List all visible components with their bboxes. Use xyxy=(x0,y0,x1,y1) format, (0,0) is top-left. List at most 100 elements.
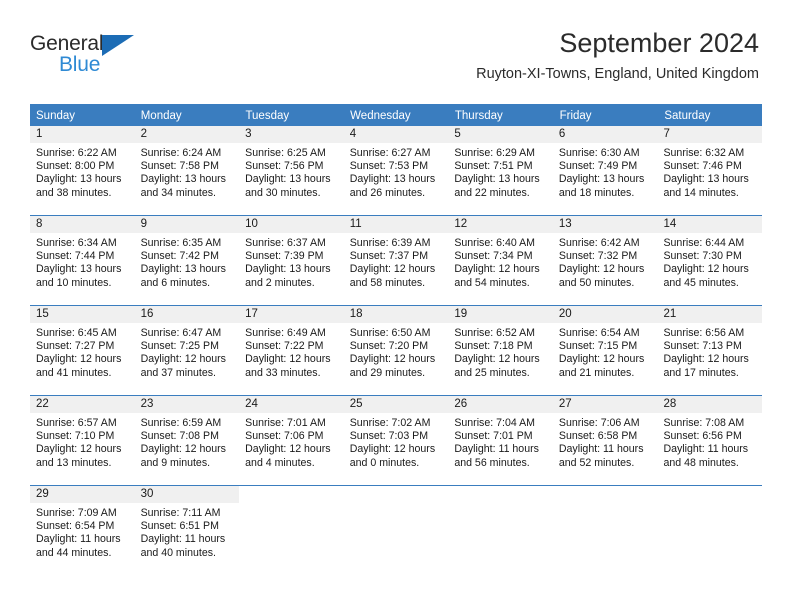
sunrise-time: Sunrise: 6:34 AM xyxy=(36,237,117,249)
calendar-week-row: 22 Sunrise: 6:57 AM Sunset: 7:10 PM Dayligh… xyxy=(30,395,763,485)
day-cell-8[interactable]: 8 Sunrise: 6:34 AM Sunset: 7:44 PM Daylight… xyxy=(30,216,135,305)
day-cell-27[interactable]: 27 Sunrise: 7:06 AM Sunset: 6:58 PM Dayligh… xyxy=(552,396,658,485)
sunrise-time: Sunrise: 6:42 AM xyxy=(558,237,640,249)
day-cell-2[interactable]: 2 Sunrise: 6:24 AM Sunset: 7:58 PM Daylight… xyxy=(134,126,240,215)
day-number: 15 xyxy=(30,306,135,323)
day-cell-23[interactable]: 23 Sunrise: 6:59 AM Sunset: 7:08 PM Dayligh… xyxy=(134,396,240,485)
day-number: 30 xyxy=(134,486,240,503)
day-number: 25 xyxy=(343,396,449,413)
day-cell-28[interactable]: 28 Sunrise: 7:08 AM Sunset: 6:56 PM Dayligh… xyxy=(657,396,763,485)
day-number: 13 xyxy=(552,216,658,233)
sunrise-time: Sunrise: 7:02 AM xyxy=(349,417,431,429)
day-details: Sunrise: 6:22 AM Sunset: 8:00 PM Daylight:… xyxy=(30,143,135,200)
daylight-duration: Daylight: 12 hours and 29 minutes. xyxy=(349,353,436,379)
day-number xyxy=(448,486,553,503)
day-details: Sunrise: 6:45 AM Sunset: 7:27 PM Daylight:… xyxy=(30,323,135,380)
day-number: 6 xyxy=(552,126,658,143)
sunrise-time: Sunrise: 6:24 AM xyxy=(140,147,222,159)
daylight-duration: Daylight: 12 hours and 58 minutes. xyxy=(349,263,436,289)
day-cell-empty xyxy=(343,486,449,575)
sunrise-time: Sunrise: 7:06 AM xyxy=(558,417,640,429)
day-cell-25[interactable]: 25 Sunrise: 7:02 AM Sunset: 7:03 PM Dayligh… xyxy=(343,396,449,485)
day-cell-18[interactable]: 18 Sunrise: 6:50 AM Sunset: 7:20 PM Dayligh… xyxy=(343,306,449,395)
day-cell-4[interactable]: 4 Sunrise: 6:27 AM Sunset: 7:53 PM Daylight… xyxy=(343,126,449,215)
daylight-duration: Daylight: 11 hours and 52 minutes. xyxy=(558,443,644,469)
sunrise-time: Sunrise: 6:29 AM xyxy=(454,147,535,159)
day-cell-30[interactable]: 30 Sunrise: 7:11 AM Sunset: 6:51 PM Dayligh… xyxy=(134,486,240,575)
sunset-time: Sunset: 7:30 PM xyxy=(663,250,742,263)
day-details: Sunrise: 6:49 AM Sunset: 7:22 PM Daylight:… xyxy=(239,323,344,380)
daylight-duration: Daylight: 13 hours and 38 minutes. xyxy=(36,173,122,199)
sunrise-time: Sunrise: 6:50 AM xyxy=(349,327,431,339)
sunset-time: Sunset: 6:51 PM xyxy=(140,520,219,533)
day-cell-9[interactable]: 9 Sunrise: 6:35 AM Sunset: 7:42 PM Daylight… xyxy=(134,216,240,305)
day-cell-16[interactable]: 16 Sunrise: 6:47 AM Sunset: 7:25 PM Dayligh… xyxy=(134,306,240,395)
day-details: Sunrise: 6:59 AM Sunset: 7:08 PM Daylight:… xyxy=(135,413,240,470)
calendar-weeks: 1 Sunrise: 6:22 AM Sunset: 8:00 PM Daylight… xyxy=(30,126,763,575)
sunset-time: Sunset: 7:18 PM xyxy=(454,340,533,353)
day-number: 10 xyxy=(239,216,344,233)
day-cell-14[interactable]: 14 Sunrise: 6:44 AM Sunset: 7:30 PM Dayligh… xyxy=(657,216,763,305)
day-cell-3[interactable]: 3 Sunrise: 6:25 AM Sunset: 7:56 PM Daylight… xyxy=(239,126,344,215)
day-details: Sunrise: 6:30 AM Sunset: 7:49 PM Daylight:… xyxy=(553,143,658,200)
sunset-time: Sunset: 7:42 PM xyxy=(140,250,219,263)
day-number xyxy=(552,486,658,503)
day-cell-11[interactable]: 11 Sunrise: 6:39 AM Sunset: 7:37 PM Dayligh… xyxy=(343,216,449,305)
day-number: 9 xyxy=(134,216,240,233)
calendar-page: General Blue September 2024 Ruyton-XI-To… xyxy=(0,0,792,612)
day-number: 12 xyxy=(448,216,553,233)
calendar-grid: Sunday Monday Tuesday Wednesday Thursday Frid… xyxy=(30,104,763,575)
sunrise-time: Sunrise: 6:56 AM xyxy=(663,327,745,339)
sunrise-time: Sunrise: 6:39 AM xyxy=(349,237,431,249)
day-number: 18 xyxy=(343,306,449,323)
day-number: 8 xyxy=(30,216,135,233)
day-cell-6[interactable]: 6 Sunrise: 6:30 AM Sunset: 7:49 PM Daylight… xyxy=(552,126,658,215)
sunrise-time: Sunrise: 7:09 AM xyxy=(36,507,117,519)
day-cell-21[interactable]: 21 Sunrise: 6:56 AM Sunset: 7:13 PM Dayligh… xyxy=(657,306,763,395)
day-details: Sunrise: 6:39 AM Sunset: 7:37 PM Daylight:… xyxy=(344,233,449,290)
day-details: Sunrise: 6:40 AM Sunset: 7:34 PM Daylight:… xyxy=(448,233,553,290)
day-number: 7 xyxy=(657,126,763,143)
sunset-time: Sunset: 6:56 PM xyxy=(663,430,742,443)
sunrise-time: Sunrise: 6:52 AM xyxy=(454,327,535,339)
day-cell-empty xyxy=(657,486,763,575)
day-details: Sunrise: 6:47 AM Sunset: 7:25 PM Daylight:… xyxy=(135,323,240,380)
day-cell-12[interactable]: 12 Sunrise: 6:40 AM Sunset: 7:34 PM Dayligh… xyxy=(448,216,553,305)
weekday-header-saturday: Saturday xyxy=(664,110,711,122)
day-cell-empty xyxy=(239,486,344,575)
title-block: September 2024 Ruyton-XI-Towns, England,… xyxy=(476,26,759,85)
sunset-time: Sunset: 7:44 PM xyxy=(36,250,115,263)
day-cell-10[interactable]: 10 Sunrise: 6:37 AM Sunset: 7:39 PM Dayligh… xyxy=(239,216,344,305)
logo-text-blue: Blue xyxy=(59,53,101,76)
day-details: Sunrise: 7:04 AM Sunset: 7:01 PM Daylight:… xyxy=(448,413,553,470)
sunrise-time: Sunrise: 6:49 AM xyxy=(245,327,326,339)
day-cell-17[interactable]: 17 Sunrise: 6:49 AM Sunset: 7:22 PM Dayligh… xyxy=(239,306,344,395)
day-cell-13[interactable]: 13 Sunrise: 6:42 AM Sunset: 7:32 PM Dayligh… xyxy=(552,216,658,305)
daylight-duration: Daylight: 11 hours and 40 minutes. xyxy=(140,533,226,559)
day-cell-20[interactable]: 20 Sunrise: 6:54 AM Sunset: 7:15 PM Dayligh… xyxy=(552,306,658,395)
sunrise-time: Sunrise: 6:44 AM xyxy=(663,237,745,249)
day-cell-22[interactable]: 22 Sunrise: 6:57 AM Sunset: 7:10 PM Dayligh… xyxy=(30,396,135,485)
daylight-duration: Daylight: 12 hours and 21 minutes. xyxy=(558,353,645,379)
day-details: Sunrise: 6:25 AM Sunset: 7:56 PM Daylight:… xyxy=(239,143,344,200)
sunrise-time: Sunrise: 6:22 AM xyxy=(36,147,117,159)
sunset-time: Sunset: 7:10 PM xyxy=(36,430,115,443)
daylight-duration: Daylight: 12 hours and 25 minutes. xyxy=(454,353,540,379)
day-details: Sunrise: 6:37 AM Sunset: 7:39 PM Daylight:… xyxy=(239,233,344,290)
daylight-duration: Daylight: 11 hours and 44 minutes. xyxy=(36,533,121,559)
day-cell-29[interactable]: 29 Sunrise: 7:09 AM Sunset: 6:54 PM Dayligh… xyxy=(30,486,135,575)
daylight-duration: Daylight: 12 hours and 17 minutes. xyxy=(663,353,749,379)
day-cell-15[interactable]: 15 Sunrise: 6:45 AM Sunset: 7:27 PM Dayligh… xyxy=(30,306,135,395)
day-cell-26[interactable]: 26 Sunrise: 7:04 AM Sunset: 7:01 PM Dayligh… xyxy=(448,396,553,485)
daylight-duration: Daylight: 12 hours and 41 minutes. xyxy=(36,353,122,379)
day-cell-19[interactable]: 19 Sunrise: 6:52 AM Sunset: 7:18 PM Dayligh… xyxy=(448,306,553,395)
day-cell-5[interactable]: 5 Sunrise: 6:29 AM Sunset: 7:51 PM Daylight… xyxy=(448,126,553,215)
day-number: 27 xyxy=(552,396,658,413)
day-cell-1[interactable]: 1 Sunrise: 6:22 AM Sunset: 8:00 PM Daylight… xyxy=(30,126,135,215)
daylight-duration: Daylight: 11 hours and 48 minutes. xyxy=(663,443,749,469)
day-cell-24[interactable]: 24 Sunrise: 7:01 AM Sunset: 7:06 PM Dayligh… xyxy=(239,396,344,485)
day-cell-7[interactable]: 7 Sunrise: 6:32 AM Sunset: 7:46 PM Daylight… xyxy=(657,126,763,215)
sunset-time: Sunset: 7:32 PM xyxy=(558,250,638,263)
calendar-week-row: 29 Sunrise: 7:09 AM Sunset: 6:54 PM Dayligh… xyxy=(30,485,763,575)
sunset-time: Sunset: 7:13 PM xyxy=(663,340,742,353)
